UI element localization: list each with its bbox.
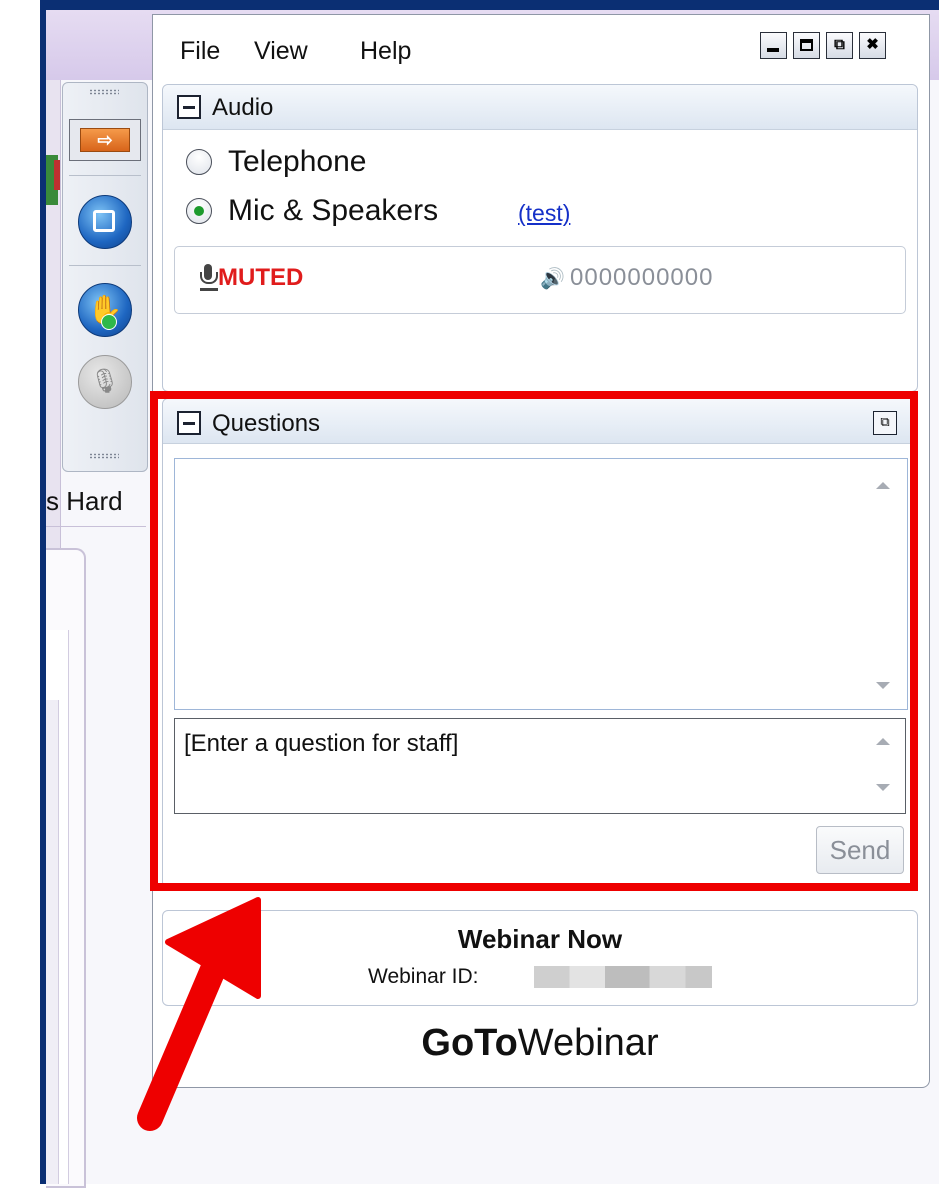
annotation-arrow-icon bbox=[137, 897, 261, 1131]
